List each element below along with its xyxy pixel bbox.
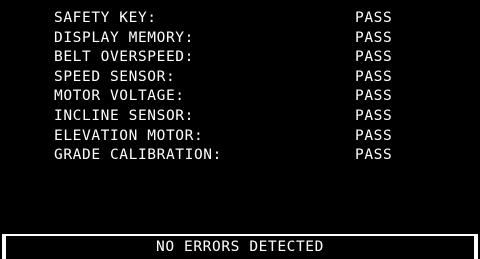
test-row-incline-sensor: INCLINE SENSOR: PASS	[0, 107, 480, 127]
test-name: DISPLAY MEMORY:	[54, 29, 194, 46]
test-name: INCLINE SENSOR:	[54, 107, 194, 124]
test-result: PASS	[355, 107, 393, 124]
test-row-motor-voltage: MOTOR VOLTAGE: PASS	[0, 87, 480, 107]
test-row-display-memory: DISPLAY MEMORY: PASS	[0, 29, 480, 49]
test-result: PASS	[355, 10, 393, 26]
test-result: PASS	[355, 29, 393, 46]
test-result: PASS	[355, 68, 393, 85]
test-row-elevation-motor: ELEVATION MOTOR: PASS	[0, 127, 480, 147]
test-name: SAFETY KEY:	[54, 10, 157, 26]
test-result: PASS	[355, 127, 393, 144]
test-result: PASS	[355, 88, 393, 105]
test-result: PASS	[355, 147, 393, 164]
status-bar: NO ERRORS DETECTED	[2, 234, 478, 259]
test-name: MOTOR VOLTAGE:	[54, 88, 185, 105]
test-result: PASS	[355, 49, 393, 66]
test-name: ELEVATION MOTOR:	[54, 127, 204, 144]
test-row-speed-sensor: SPEED SENSOR: PASS	[0, 68, 480, 88]
diagnostic-screen: SAFETY KEY: PASS DISPLAY MEMORY: PASS BE…	[0, 0, 480, 259]
test-row-belt-overspeed: BELT OVERSPEED: PASS	[0, 48, 480, 68]
diagnostic-test-list: SAFETY KEY: PASS DISPLAY MEMORY: PASS BE…	[0, 9, 480, 166]
status-message: NO ERRORS DETECTED	[6, 236, 474, 259]
test-name: SPEED SENSOR:	[54, 68, 176, 85]
test-row-grade-calibration: GRADE CALIBRATION: PASS	[0, 146, 480, 166]
test-row-safety-key: SAFETY KEY: PASS	[0, 9, 480, 29]
test-name: GRADE CALIBRATION:	[54, 147, 222, 164]
test-name: BELT OVERSPEED:	[54, 49, 194, 66]
